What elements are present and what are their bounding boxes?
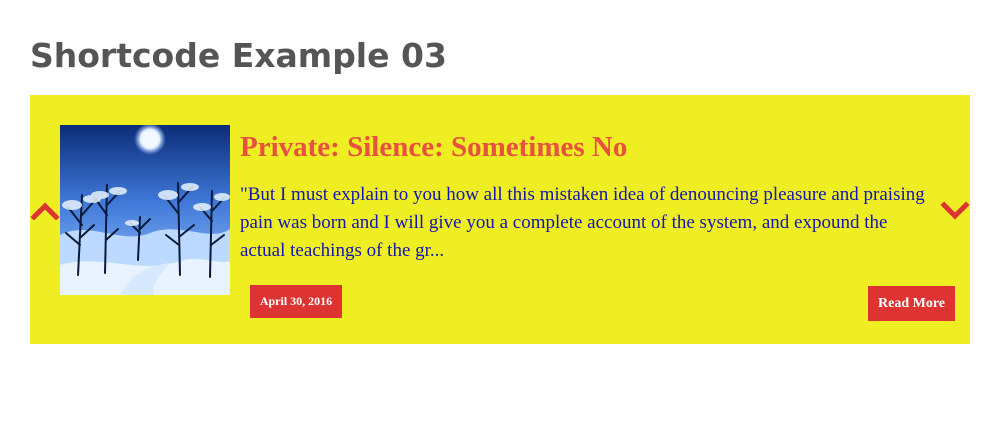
post-slider: Private: Silence: Sometimes No "But I mu…: [30, 95, 970, 344]
slider-prev-button[interactable]: [30, 200, 60, 220]
read-more-button[interactable]: Read More: [868, 286, 955, 321]
slider-next-button[interactable]: [940, 200, 970, 220]
chevron-down-icon: [940, 201, 970, 220]
post-title[interactable]: Private: Silence: Sometimes No: [240, 129, 627, 165]
post-excerpt: "But I must explain to you how all this …: [240, 184, 925, 261]
snowy-forest-night-image: [60, 125, 230, 295]
post-date-badge: April 30, 2016: [250, 285, 342, 318]
chevron-up-icon: [30, 202, 60, 220]
page-title: Shortcode Example 03: [30, 36, 447, 75]
post-thumbnail[interactable]: [60, 125, 230, 295]
page: Shortcode Example 03 Private: Silence: S…: [0, 0, 997, 427]
